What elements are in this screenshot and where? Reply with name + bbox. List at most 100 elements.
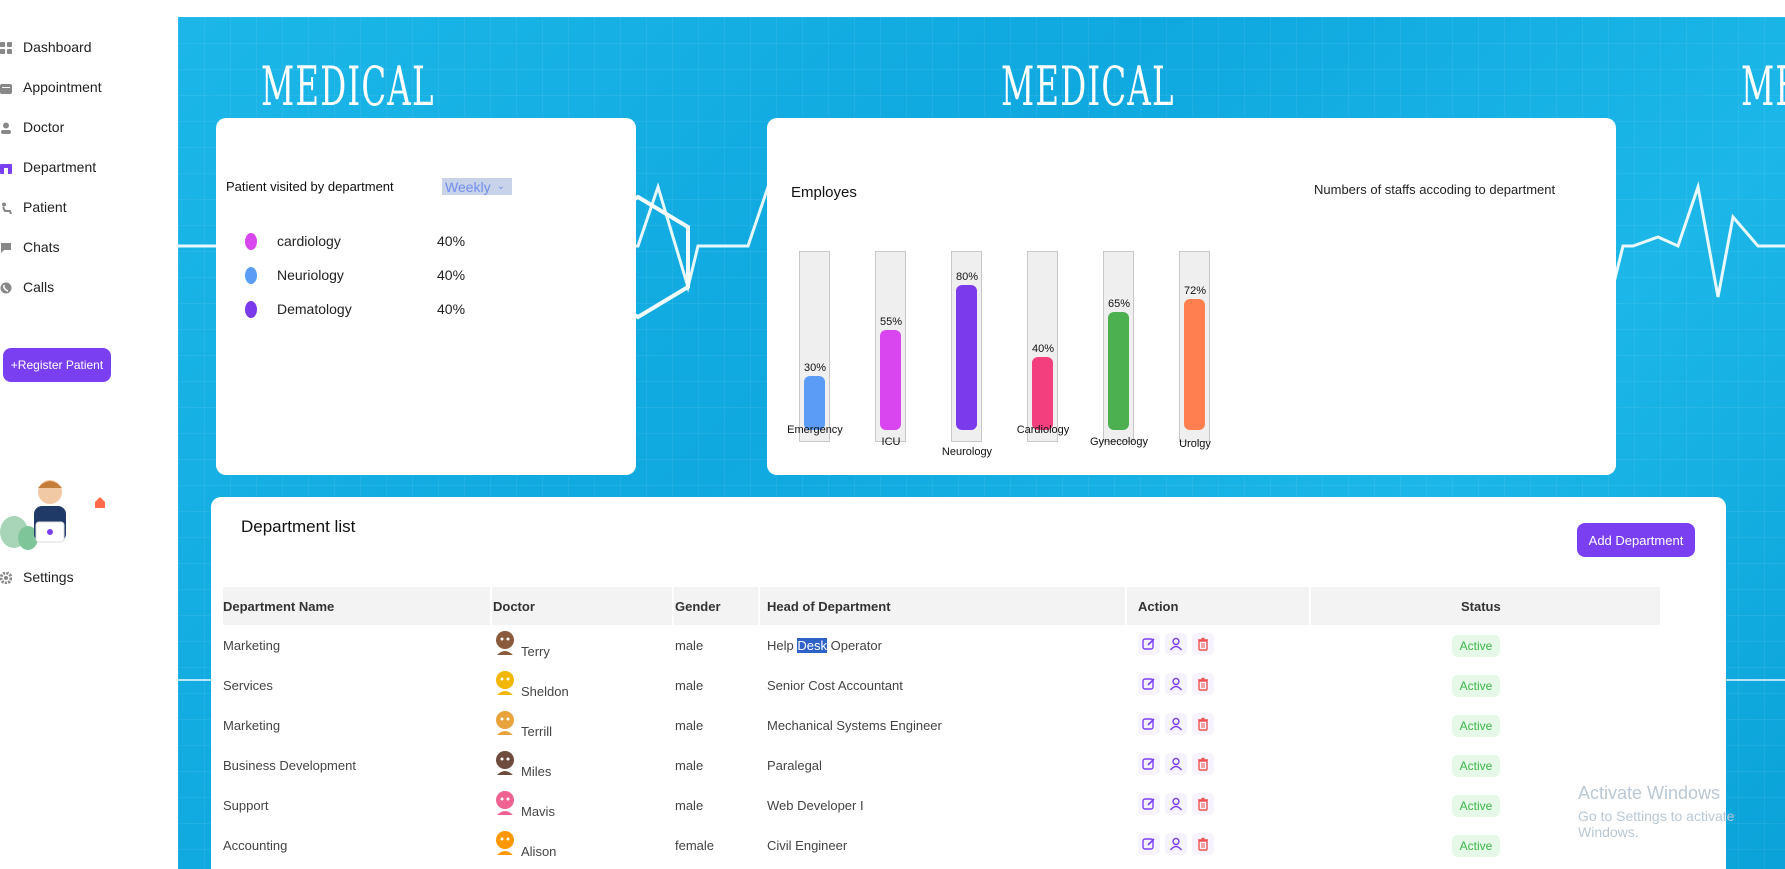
add-department-button[interactable]: Add Department: [1577, 523, 1695, 557]
bar: [1032, 357, 1053, 430]
doctor-avatar: [493, 749, 517, 775]
user-icon: [1169, 637, 1183, 651]
bar: [1184, 299, 1205, 430]
sidebar-item-department[interactable]: Department: [0, 155, 96, 179]
status-badge: Active: [1452, 675, 1500, 697]
trash-icon: [1196, 757, 1210, 771]
sidebar-item-appointment[interactable]: Appointment: [0, 75, 102, 99]
sidebar-item-label: Settings: [23, 569, 74, 585]
patient-icon: [0, 201, 12, 215]
user-button[interactable]: [1165, 753, 1187, 775]
department-list-title: Department list: [241, 517, 356, 536]
bar-category-label: Neurology: [941, 446, 993, 458]
trash-button[interactable]: [1192, 633, 1214, 655]
banner-word-2: MEDICAL: [1001, 55, 1175, 118]
edit-icon: [1142, 677, 1156, 691]
doctor-avatar: [493, 789, 517, 815]
user-button[interactable]: [1165, 713, 1187, 735]
edit-button[interactable]: [1138, 753, 1160, 775]
doctor-avatar: [493, 669, 517, 695]
legend-label: cardiology: [277, 233, 341, 249]
bar: [804, 375, 825, 430]
sidebar-item-label: Department: [23, 159, 97, 175]
bar-value-label: 65%: [1107, 297, 1131, 310]
table-row: Marketing Terry male Help Desk Operator Acti…: [223, 625, 1660, 665]
department-name: Business Development: [223, 758, 356, 773]
doctor-illustration: [0, 480, 105, 550]
chevron-down-icon: ⌄: [496, 181, 506, 192]
column-header-status: Status: [1461, 598, 1501, 614]
trash-button[interactable]: [1192, 833, 1214, 855]
watermark-title: Activate Windows: [1578, 783, 1721, 803]
user-button[interactable]: [1165, 633, 1187, 655]
edit-icon: [1142, 637, 1156, 651]
column-header-gender: Gender: [675, 598, 721, 614]
department-name: Support: [223, 798, 269, 813]
bar-category-label: Cardiology: [1016, 424, 1070, 436]
gender: male: [675, 758, 704, 773]
user-icon: [1169, 677, 1183, 691]
doctor-name: Miles: [521, 764, 552, 779]
table-row: Accounting Alison female Civil Engineer Acti…: [223, 825, 1660, 865]
calendar-icon: [0, 81, 12, 94]
column-header-action: Action: [1138, 598, 1179, 614]
doctor-name: Terry: [521, 644, 550, 659]
column-separator: [1125, 587, 1127, 625]
status-badge: Active: [1452, 635, 1500, 657]
legend-item: Dematology 40%: [245, 299, 465, 319]
watermark-subtitle: Go to Settings to activate Windows.: [1578, 808, 1735, 840]
sidebar-item-chats[interactable]: Chats: [0, 235, 60, 259]
legend-value: 40%: [437, 267, 466, 283]
edit-button[interactable]: [1138, 673, 1160, 695]
column-separator: [1309, 587, 1311, 625]
legend-value: 40%: [437, 301, 466, 317]
doctor-name: Terrill: [521, 724, 553, 739]
sidebar-item-calls[interactable]: Calls: [0, 275, 54, 299]
edit-icon: [1142, 797, 1156, 811]
visits-title: Patient visited by department: [226, 179, 394, 194]
head-text-end: Operator: [826, 638, 882, 653]
sidebar-item-doctor[interactable]: Doctor: [0, 115, 64, 139]
status-badge: Active: [1452, 795, 1500, 817]
trash-button[interactable]: [1192, 713, 1214, 735]
app-root: MEDICAL MEDICAL MEDICAL Dashboard Appoin…: [0, 0, 1785, 869]
department-name: Services: [223, 678, 273, 693]
bar-value-label: 55%: [879, 316, 903, 329]
edit-button[interactable]: [1138, 833, 1160, 855]
sidebar: Dashboard Appointment Doctor Department …: [0, 0, 178, 869]
edit-button[interactable]: [1138, 793, 1160, 815]
trash-button[interactable]: [1192, 793, 1214, 815]
sidebar-item-settings[interactable]: Settings: [0, 565, 74, 589]
trash-button[interactable]: [1192, 753, 1214, 775]
grid-icon: [0, 41, 12, 54]
doctor-icon: [0, 121, 12, 134]
edit-button[interactable]: [1138, 633, 1160, 655]
user-button[interactable]: [1165, 673, 1187, 695]
bar: [880, 330, 901, 430]
gender: male: [675, 678, 704, 693]
sidebar-item-dashboard[interactable]: Dashboard: [0, 35, 92, 59]
department-list-card: Department list Add Department Departmen…: [211, 497, 1726, 869]
sidebar-item-patient[interactable]: Patient: [0, 195, 67, 219]
period-select[interactable]: Weekly ⌄: [442, 178, 512, 195]
head-of-department: Web Developer I: [767, 798, 864, 813]
doctor-avatar: [493, 629, 517, 655]
status-badge: Active: [1452, 715, 1500, 737]
register-patient-button[interactable]: +Register Patient: [3, 348, 111, 382]
edit-button[interactable]: [1138, 713, 1160, 735]
head-of-department: Help Desk Operator: [767, 638, 882, 653]
user-button[interactable]: [1165, 793, 1187, 815]
user-icon: [1169, 837, 1183, 851]
legend-label: Dematology: [277, 301, 352, 317]
head-of-department: Paralegal: [767, 758, 822, 773]
bar-category-label: Emergency: [787, 424, 843, 436]
chat-icon: [0, 241, 12, 253]
table-row: Marketing Terrill male Mechanical Systems E…: [223, 705, 1660, 745]
patient-visits-card: Patient visited by department Weekly ⌄ c…: [216, 118, 636, 475]
head-of-department: Senior Cost Accountant: [767, 678, 903, 693]
doctor-avatar: [493, 829, 517, 855]
legend-dot: [245, 300, 257, 318]
user-button[interactable]: [1165, 833, 1187, 855]
trash-button[interactable]: [1192, 673, 1214, 695]
trash-icon: [1196, 837, 1210, 851]
